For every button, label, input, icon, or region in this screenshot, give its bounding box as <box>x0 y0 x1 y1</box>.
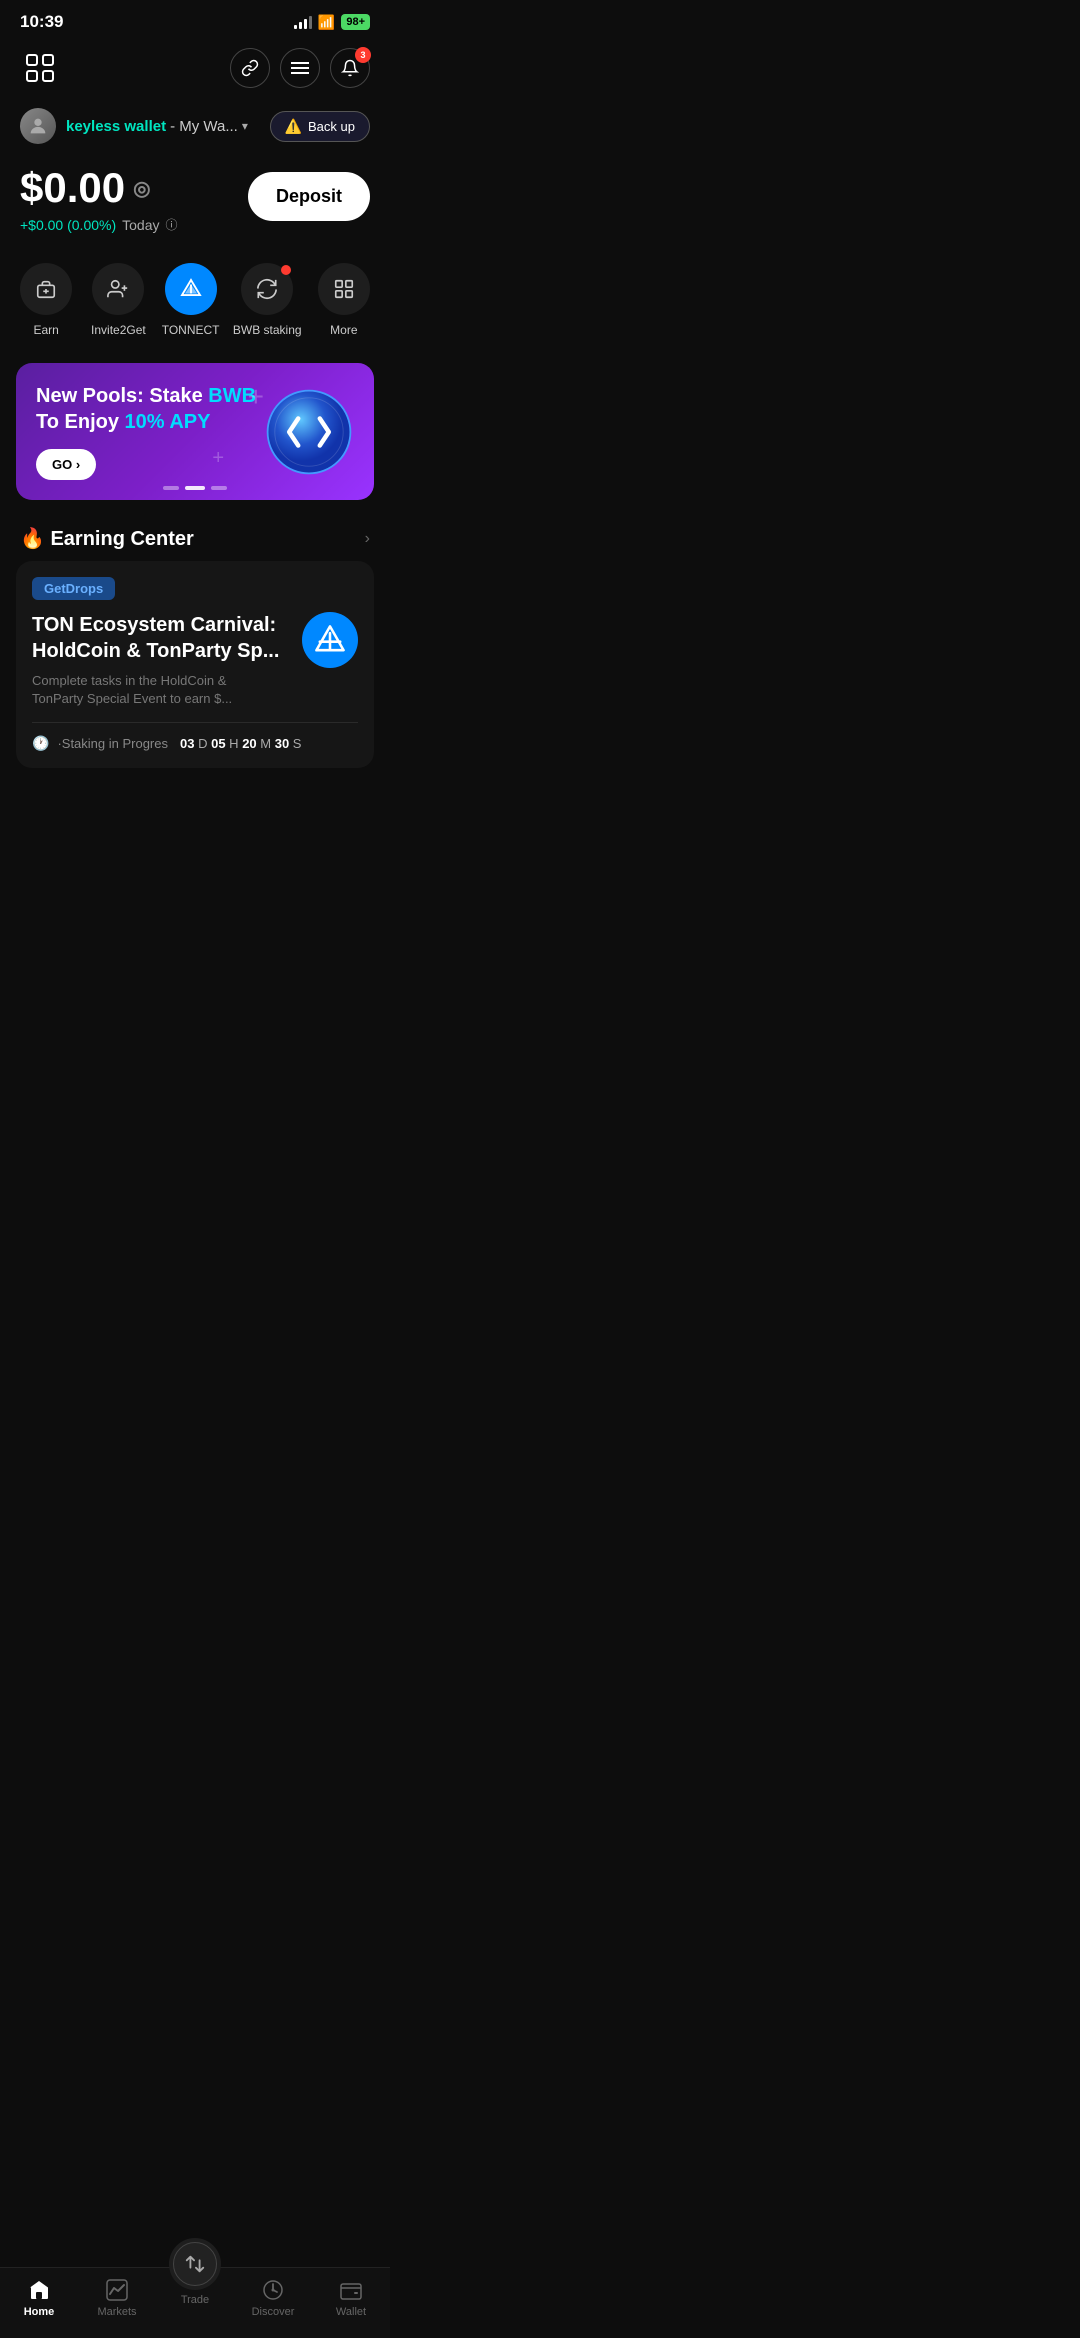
nav-home-label: Home <box>24 2306 55 2318</box>
status-icons: 📶 98+ <box>294 14 370 31</box>
link-button[interactable] <box>230 48 270 88</box>
staking-row: 🕐 ·Staking in Progres 03 D 05 H 20 M 30 … <box>32 722 358 752</box>
nav-discover[interactable]: Discover <box>241 2278 305 2318</box>
action-more[interactable]: More <box>314 263 374 337</box>
home-icon <box>27 2278 51 2302</box>
earning-card-desc: Complete tasks in the HoldCoin &TonParty… <box>32 672 279 708</box>
nav-actions: 3 <box>230 48 370 88</box>
bottom-nav: Home Markets Trade Discover <box>0 2267 390 2338</box>
menu-button[interactable] <box>280 48 320 88</box>
action-bwb[interactable]: BWB staking <box>233 263 302 337</box>
status-time: 10:39 <box>20 12 63 32</box>
wallet-chevron: ▾ <box>242 119 248 133</box>
action-earn-label: Earn <box>33 323 58 337</box>
warning-icon: ⚠️ <box>285 118 302 135</box>
wallet-avatar <box>20 108 56 144</box>
quick-actions: Earn Invite2Get TONNECT <box>0 253 390 353</box>
battery-icon: 98+ <box>341 14 370 30</box>
hide-balance-icon[interactable]: ◎ <box>133 176 150 201</box>
balance-change: +$0.00 (0.00%) Today ⓘ <box>20 216 178 233</box>
banner-title: New Pools: Stake BWB To Enjoy 10% APY <box>36 383 256 435</box>
ton-logo <box>302 612 358 668</box>
banner-dots <box>163 486 227 490</box>
status-bar: 10:39 📶 98+ <box>0 0 390 40</box>
nav-markets-label: Markets <box>97 2306 136 2318</box>
nav-wallet[interactable]: Wallet <box>319 2278 383 2318</box>
nav-home[interactable]: Home <box>7 2278 71 2318</box>
wallet-name: keyless wallet - My Wa... ▾ <box>66 118 248 135</box>
balance-amount: $0.00 ◎ <box>20 164 178 212</box>
notification-badge: 3 <box>355 47 371 63</box>
wifi-icon: 📶 <box>318 14 335 31</box>
top-nav: 3 <box>0 40 390 96</box>
nav-discover-label: Discover <box>252 2306 295 2318</box>
balance-section: $0.00 ◎ +$0.00 (0.00%) Today ⓘ Deposit <box>0 156 390 253</box>
markets-icon <box>105 2278 129 2302</box>
earning-card-title: TON Ecosystem Carnival:HoldCoin & TonPar… <box>32 612 279 664</box>
wallet-row: keyless wallet - My Wa... ▾ ⚠️ Back up <box>0 96 390 156</box>
signal-icon <box>294 16 312 29</box>
action-invite[interactable]: Invite2Get <box>88 263 148 337</box>
wallet-selector[interactable]: keyless wallet - My Wa... ▾ <box>20 108 248 144</box>
trade-icon <box>184 2253 206 2275</box>
info-icon[interactable]: ⓘ <box>165 216 177 233</box>
earning-center-chevron: › <box>365 530 370 548</box>
backup-button[interactable]: ⚠️ Back up <box>270 111 370 142</box>
action-tonnect-label: TONNECT <box>162 323 220 337</box>
nav-trade-label: Trade <box>181 2294 209 2306</box>
deposit-button[interactable]: Deposit <box>248 172 370 221</box>
nav-trade[interactable]: Trade <box>163 2258 227 2318</box>
nav-markets[interactable]: Markets <box>85 2278 149 2318</box>
app-logo <box>20 48 60 88</box>
wallet-icon <box>339 2278 363 2302</box>
discover-icon <box>261 2278 285 2302</box>
getdrops-badge: GetDrops <box>32 577 115 600</box>
earning-card[interactable]: GetDrops TON Ecosystem Carnival:HoldCoin… <box>16 561 374 768</box>
earning-center-header[interactable]: 🔥 Earning Center › <box>0 510 390 561</box>
earning-center-title: 🔥 Earning Center <box>20 526 194 551</box>
bwb-dot <box>281 265 291 275</box>
clock-icon: 🕐 <box>32 735 49 752</box>
action-tonnect[interactable]: TONNECT <box>161 263 221 337</box>
action-bwb-label: BWB staking <box>233 323 302 337</box>
action-earn[interactable]: Earn <box>16 263 76 337</box>
nav-wallet-label: Wallet <box>336 2306 366 2318</box>
action-more-label: More <box>330 323 357 337</box>
banner-coin-graphic <box>264 387 354 477</box>
promo-banner[interactable]: + + New Pools: Stake BWB To Enjoy 10% AP… <box>16 363 374 500</box>
banner-go-button[interactable]: GO › <box>36 449 96 480</box>
action-invite-label: Invite2Get <box>91 323 146 337</box>
notification-button[interactable]: 3 <box>330 48 370 88</box>
